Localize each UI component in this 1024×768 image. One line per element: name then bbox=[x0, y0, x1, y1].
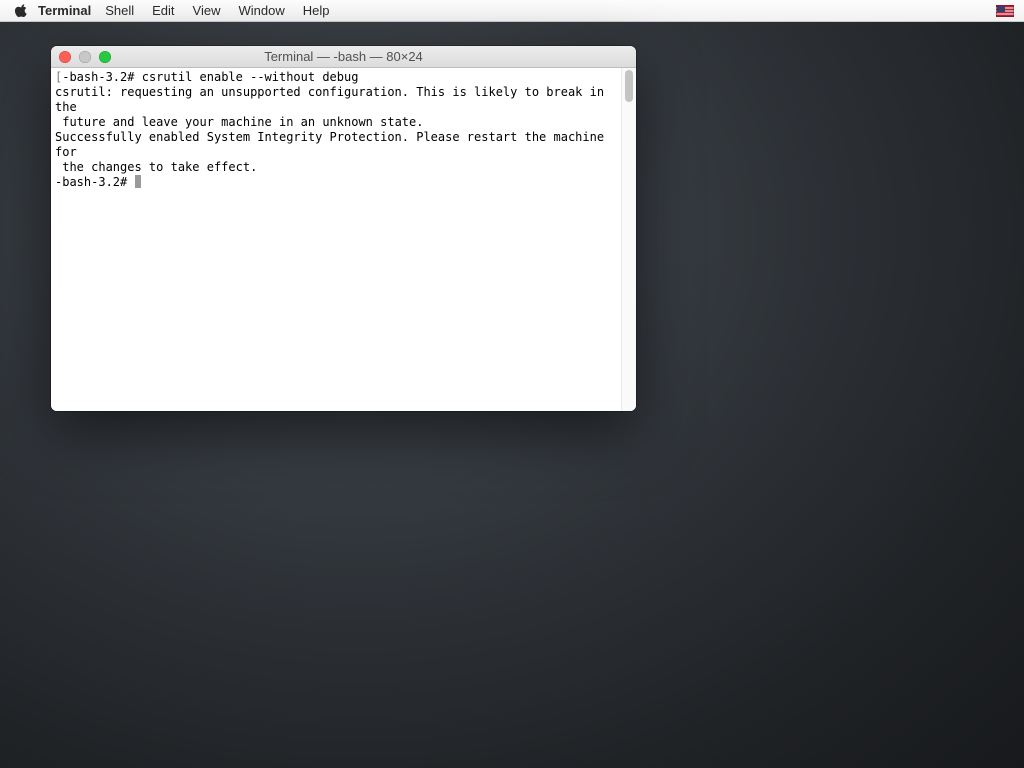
terminal-window: Terminal — -bash — 80×24 [-bash-3.2# csr… bbox=[51, 46, 636, 411]
menu-bar: Terminal Shell Edit View Window Help bbox=[0, 0, 1024, 22]
output-line-2: future and leave your machine in an unkn… bbox=[55, 115, 423, 129]
input-source-flag-icon[interactable] bbox=[996, 5, 1014, 17]
menu-help[interactable]: Help bbox=[303, 3, 330, 18]
prompt-2: -bash-3.2# bbox=[55, 175, 134, 189]
prompt-1: -bash-3.2# bbox=[62, 70, 141, 84]
output-line-3: Successfully enabled System Integrity Pr… bbox=[55, 130, 611, 159]
apple-menu-icon[interactable] bbox=[14, 4, 28, 18]
zoom-button[interactable] bbox=[99, 51, 111, 63]
scrollbar-thumb[interactable] bbox=[625, 70, 633, 102]
text-cursor-icon bbox=[135, 175, 141, 188]
window-title: Terminal — -bash — 80×24 bbox=[264, 49, 423, 64]
menu-view[interactable]: View bbox=[193, 3, 221, 18]
output-line-4: the changes to take effect. bbox=[55, 160, 257, 174]
terminal-body: [-bash-3.2# csrutil enable --without deb… bbox=[51, 68, 636, 411]
terminal-output[interactable]: [-bash-3.2# csrutil enable --without deb… bbox=[51, 68, 621, 411]
active-app-name[interactable]: Terminal bbox=[38, 3, 91, 18]
scrollbar-track[interactable] bbox=[621, 68, 636, 411]
window-titlebar[interactable]: Terminal — -bash — 80×24 bbox=[51, 46, 636, 68]
close-button[interactable] bbox=[59, 51, 71, 63]
output-line-1: csrutil: requesting an unsupported confi… bbox=[55, 85, 611, 114]
minimize-button[interactable] bbox=[79, 51, 91, 63]
window-controls bbox=[59, 51, 111, 63]
menu-window[interactable]: Window bbox=[239, 3, 285, 18]
menu-edit[interactable]: Edit bbox=[152, 3, 174, 18]
menu-shell[interactable]: Shell bbox=[105, 3, 134, 18]
command-1: csrutil enable --without debug bbox=[142, 70, 359, 84]
